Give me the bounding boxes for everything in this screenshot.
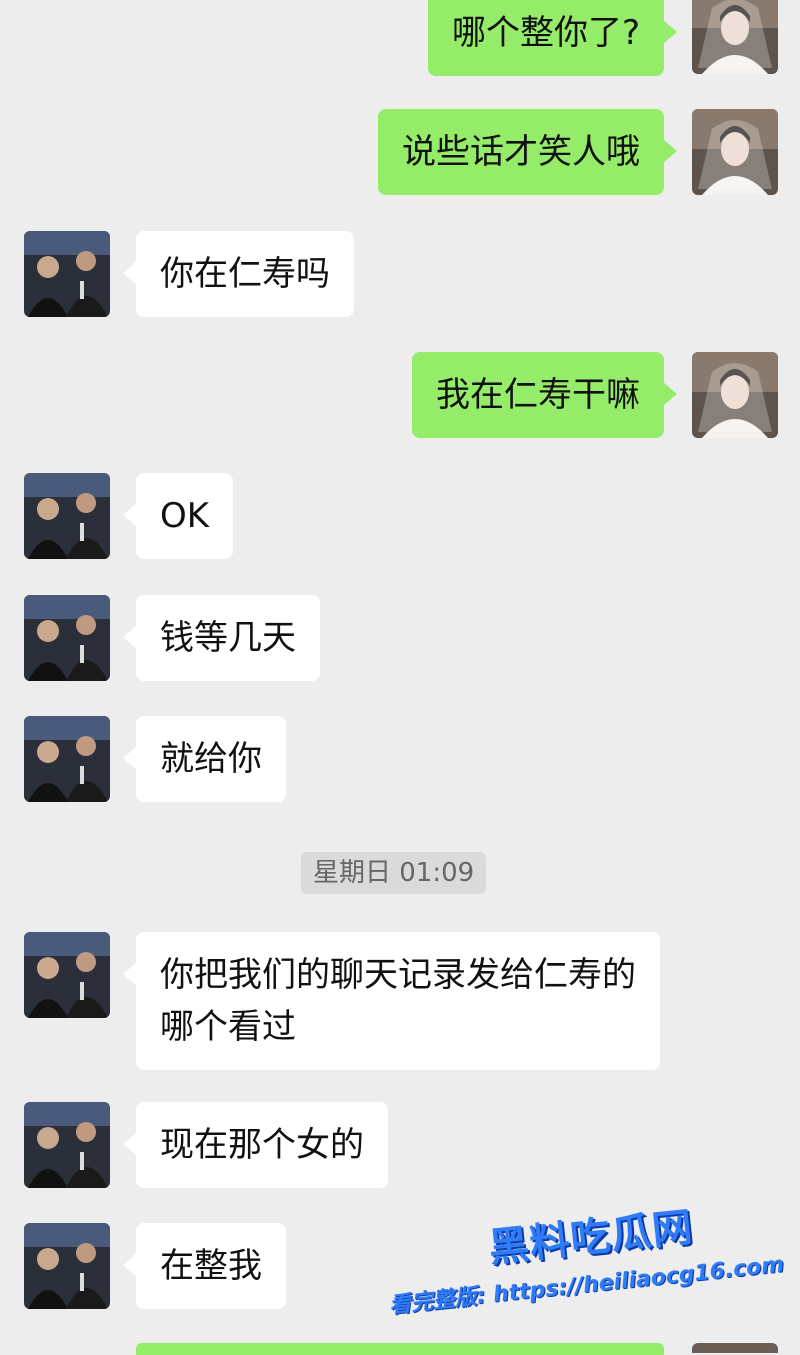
outgoing-message-bubble[interactable]: 我在仁寿干嘛 xyxy=(412,352,677,438)
outgoing-message-bubble[interactable]: 哪个整你了? xyxy=(427,0,678,76)
group-photo-avatar[interactable] xyxy=(24,1223,110,1309)
group-photo-avatar[interactable] xyxy=(24,716,110,802)
partial-bride-avatar xyxy=(692,1343,778,1353)
incoming-message-bubble[interactable]: 钱等几天 xyxy=(123,595,320,681)
incoming-message-bubble[interactable]: 现在那个女的 xyxy=(123,1102,388,1188)
watermark: 黑料吃瓜网 看完整版: https://heiliaocg16.com xyxy=(388,1204,788,1335)
group-photo-avatar[interactable] xyxy=(24,1102,110,1188)
group-photo-avatar[interactable] xyxy=(24,231,110,317)
incoming-message-bubble[interactable]: 你把我们的聊天记录发给仁寿的哪个看过 xyxy=(123,932,660,1070)
chat-timestamp: 星期日 01:09 xyxy=(301,852,487,894)
group-photo-avatar[interactable] xyxy=(24,473,110,559)
partial-outgoing-bubble xyxy=(136,1343,664,1355)
bride-avatar[interactable] xyxy=(692,0,778,74)
incoming-message-bubble[interactable]: 你在仁寿吗 xyxy=(123,231,354,317)
incoming-message-bubble[interactable]: 就给你 xyxy=(123,716,286,802)
outgoing-message-bubble[interactable]: 说些话才笑人哦 xyxy=(378,109,677,195)
bride-avatar[interactable] xyxy=(692,109,778,195)
incoming-message-bubble[interactable]: OK xyxy=(122,473,234,559)
incoming-message-bubble[interactable]: 在整我 xyxy=(123,1223,286,1309)
group-photo-avatar[interactable] xyxy=(24,932,110,1018)
group-photo-avatar[interactable] xyxy=(24,595,110,681)
bride-avatar[interactable] xyxy=(692,352,778,438)
